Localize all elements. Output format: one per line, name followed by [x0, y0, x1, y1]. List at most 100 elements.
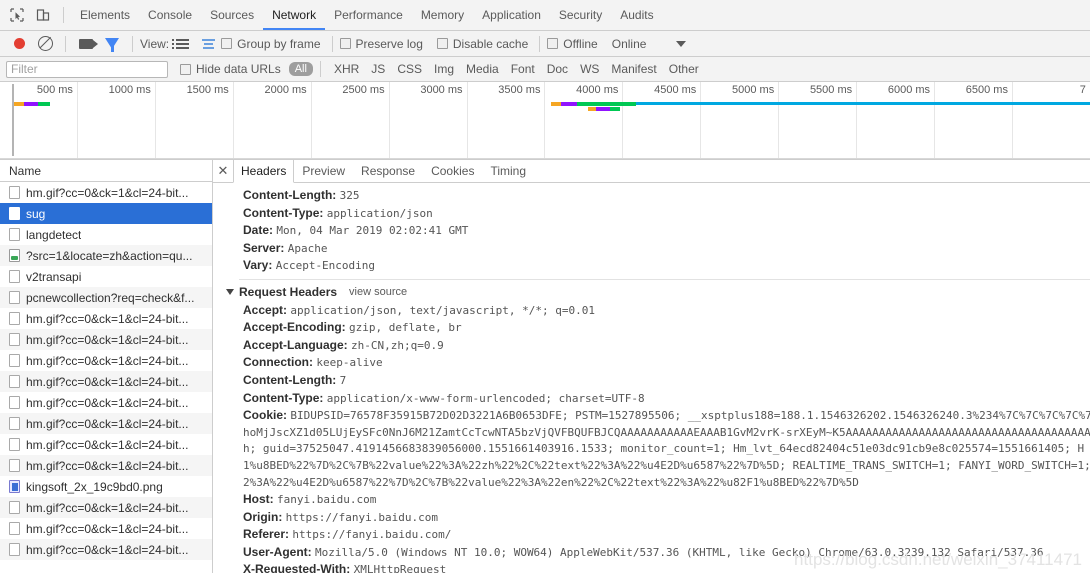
filter-type-js[interactable]: JS: [365, 62, 391, 76]
timeline-cell: 1500 ms: [156, 82, 234, 159]
record-button[interactable]: [6, 32, 32, 56]
table-row[interactable]: langdetect: [0, 224, 212, 245]
offline-checkbox[interactable]: Offline: [547, 37, 598, 51]
table-row[interactable]: hm.gif?cc=0&ck=1&cl=24-bit...: [0, 434, 212, 455]
headers-content[interactable]: Content-Length: 325 Content-Type: applic…: [213, 183, 1090, 573]
header-name: User-Agent:: [243, 544, 312, 559]
tab-sources[interactable]: Sources: [201, 0, 263, 30]
request-detail-pane: ✕ Headers Preview Response Cookies Timin…: [213, 160, 1090, 573]
table-row[interactable]: hm.gif?cc=0&ck=1&cl=24-bit...: [0, 350, 212, 371]
network-overview-timeline[interactable]: 500 ms 1000 ms 1500 ms 2000 ms 2500 ms 3…: [0, 82, 1090, 160]
timeline-band-purple: [561, 102, 577, 106]
timeline-band-orange: [588, 107, 596, 111]
chevron-down-icon: [676, 40, 687, 47]
request-name: hm.gif?cc=0&ck=1&cl=24-bit...: [26, 395, 189, 410]
header-row: Date: Mon, 04 Mar 2019 02:02:41 GMT: [213, 222, 1090, 240]
header-name: Origin:: [243, 509, 283, 524]
header-row: Origin: https://fanyi.baidu.com: [213, 509, 1090, 527]
table-row[interactable]: hm.gif?cc=0&ck=1&cl=24-bit...: [0, 455, 212, 476]
header-value: fanyi.baidu.com: [277, 493, 377, 507]
disable-cache-label: Disable cache: [452, 36, 529, 51]
header-row: Content-Type: application/x-www-form-url…: [213, 390, 1090, 408]
tab-console[interactable]: Console: [139, 0, 201, 30]
request-name: hm.gif?cc=0&ck=1&cl=24-bit...: [26, 458, 189, 473]
file-icon: [9, 270, 20, 283]
file-icon: [9, 333, 20, 346]
table-row[interactable]: ?src=1&locate=zh&action=qu...: [0, 245, 212, 266]
view-waterfall-button[interactable]: [195, 32, 221, 56]
tab-memory[interactable]: Memory: [412, 0, 473, 30]
toolbar-divider: [539, 35, 541, 52]
filter-type-all[interactable]: All: [288, 62, 313, 76]
requests-rows[interactable]: hm.gif?cc=0&ck=1&cl=24-bit... sug langde…: [0, 182, 212, 573]
filter-type-css[interactable]: CSS: [391, 62, 428, 76]
table-row[interactable]: hm.gif?cc=0&ck=1&cl=24-bit...: [0, 371, 212, 392]
file-icon: [9, 417, 20, 430]
view-list-button[interactable]: [169, 32, 195, 56]
tab-security[interactable]: Security: [550, 0, 611, 30]
filter-type-manifest[interactable]: Manifest: [605, 62, 662, 76]
tab-cookies[interactable]: Cookies: [423, 160, 482, 182]
clear-button[interactable]: [32, 32, 58, 56]
table-row[interactable]: sug: [0, 203, 212, 224]
table-row[interactable]: hm.gif?cc=0&ck=1&cl=24-bit...: [0, 539, 212, 560]
disable-cache-checkbox[interactable]: Disable cache: [436, 36, 529, 51]
table-row[interactable]: kingsoft_2x_19c9bd0.png: [0, 476, 212, 497]
tab-performance[interactable]: Performance: [325, 0, 412, 30]
filter-type-media[interactable]: Media: [460, 62, 505, 76]
tab-timing[interactable]: Timing: [482, 160, 534, 182]
timeline-tick-label: 4500 ms: [654, 84, 697, 96]
tab-preview[interactable]: Preview: [294, 160, 353, 182]
filter-type-img[interactable]: Img: [428, 62, 460, 76]
group-by-frame-checkbox[interactable]: Group by frame: [221, 37, 321, 51]
throttling-value[interactable]: Online: [612, 37, 647, 51]
close-icon[interactable]: ✕: [213, 160, 233, 182]
header-row: Content-Type: application/json: [213, 205, 1090, 223]
table-row[interactable]: v2transapi: [0, 266, 212, 287]
header-name: Content-Type:: [243, 390, 324, 405]
filter-type-font[interactable]: Font: [505, 62, 541, 76]
checkbox-icon: [339, 38, 351, 49]
table-row[interactable]: hm.gif?cc=0&ck=1&cl=24-bit...: [0, 413, 212, 434]
table-row[interactable]: hm.gif?cc=0&ck=1&cl=24-bit...: [0, 308, 212, 329]
throttling-dropdown[interactable]: [668, 32, 694, 56]
preserve-log-checkbox[interactable]: Preserve log: [339, 37, 423, 51]
list-view-icon: [171, 38, 189, 49]
inspect-element-icon[interactable]: [4, 3, 30, 27]
filter-type-other[interactable]: Other: [663, 62, 705, 76]
table-row[interactable]: hm.gif?cc=0&ck=1&cl=24-bit...: [0, 182, 212, 203]
timeline-band-green: [588, 102, 636, 106]
view-source-link[interactable]: view source: [349, 284, 407, 301]
tab-elements[interactable]: Elements: [71, 0, 139, 30]
header-value: Mon, 04 Mar 2019 02:02:41 GMT: [276, 224, 469, 238]
table-row[interactable]: hm.gif?cc=0&ck=1&cl=24-bit...: [0, 518, 212, 539]
filter-toggle-button[interactable]: [99, 32, 125, 56]
tab-headers[interactable]: Headers: [233, 160, 295, 183]
table-row[interactable]: hm.gif?cc=0&ck=1&cl=24-bit...: [0, 392, 212, 413]
tab-network[interactable]: Network: [263, 0, 326, 30]
toggle-device-toolbar-icon[interactable]: [30, 3, 56, 27]
filter-type-ws[interactable]: WS: [574, 62, 605, 76]
request-headers-section-header[interactable]: Request Headers view source: [213, 284, 1090, 301]
capture-screenshots-button[interactable]: [73, 32, 99, 56]
table-row[interactable]: hm.gif?cc=0&ck=1&cl=24-bit...: [0, 497, 212, 518]
header-name: Server:: [243, 240, 285, 255]
request-name: hm.gif?cc=0&ck=1&cl=24-bit...: [26, 311, 189, 326]
file-icon: [9, 291, 20, 304]
hide-data-urls-checkbox[interactable]: Hide data URLs: [180, 62, 281, 76]
table-row[interactable]: hm.gif?cc=0&ck=1&cl=24-bit...: [0, 329, 212, 350]
timeline-tick-label: 4000 ms: [576, 84, 619, 96]
timeline-cell: 6500 ms: [935, 82, 1013, 159]
table-row[interactable]: pcnewcollection?req=check&f...: [0, 287, 212, 308]
tab-response[interactable]: Response: [353, 160, 423, 182]
tab-application[interactable]: Application: [473, 0, 550, 30]
record-dot-icon: [13, 38, 25, 49]
requests-column-header[interactable]: Name: [0, 160, 212, 182]
filter-type-doc[interactable]: Doc: [541, 62, 574, 76]
camera-icon: [79, 38, 98, 49]
timeline-tick-label: 3500 ms: [498, 84, 541, 96]
filter-input[interactable]: [6, 60, 168, 78]
filter-type-xhr[interactable]: XHR: [328, 62, 365, 76]
tab-audits[interactable]: Audits: [611, 0, 662, 30]
request-name: langdetect: [26, 227, 82, 242]
